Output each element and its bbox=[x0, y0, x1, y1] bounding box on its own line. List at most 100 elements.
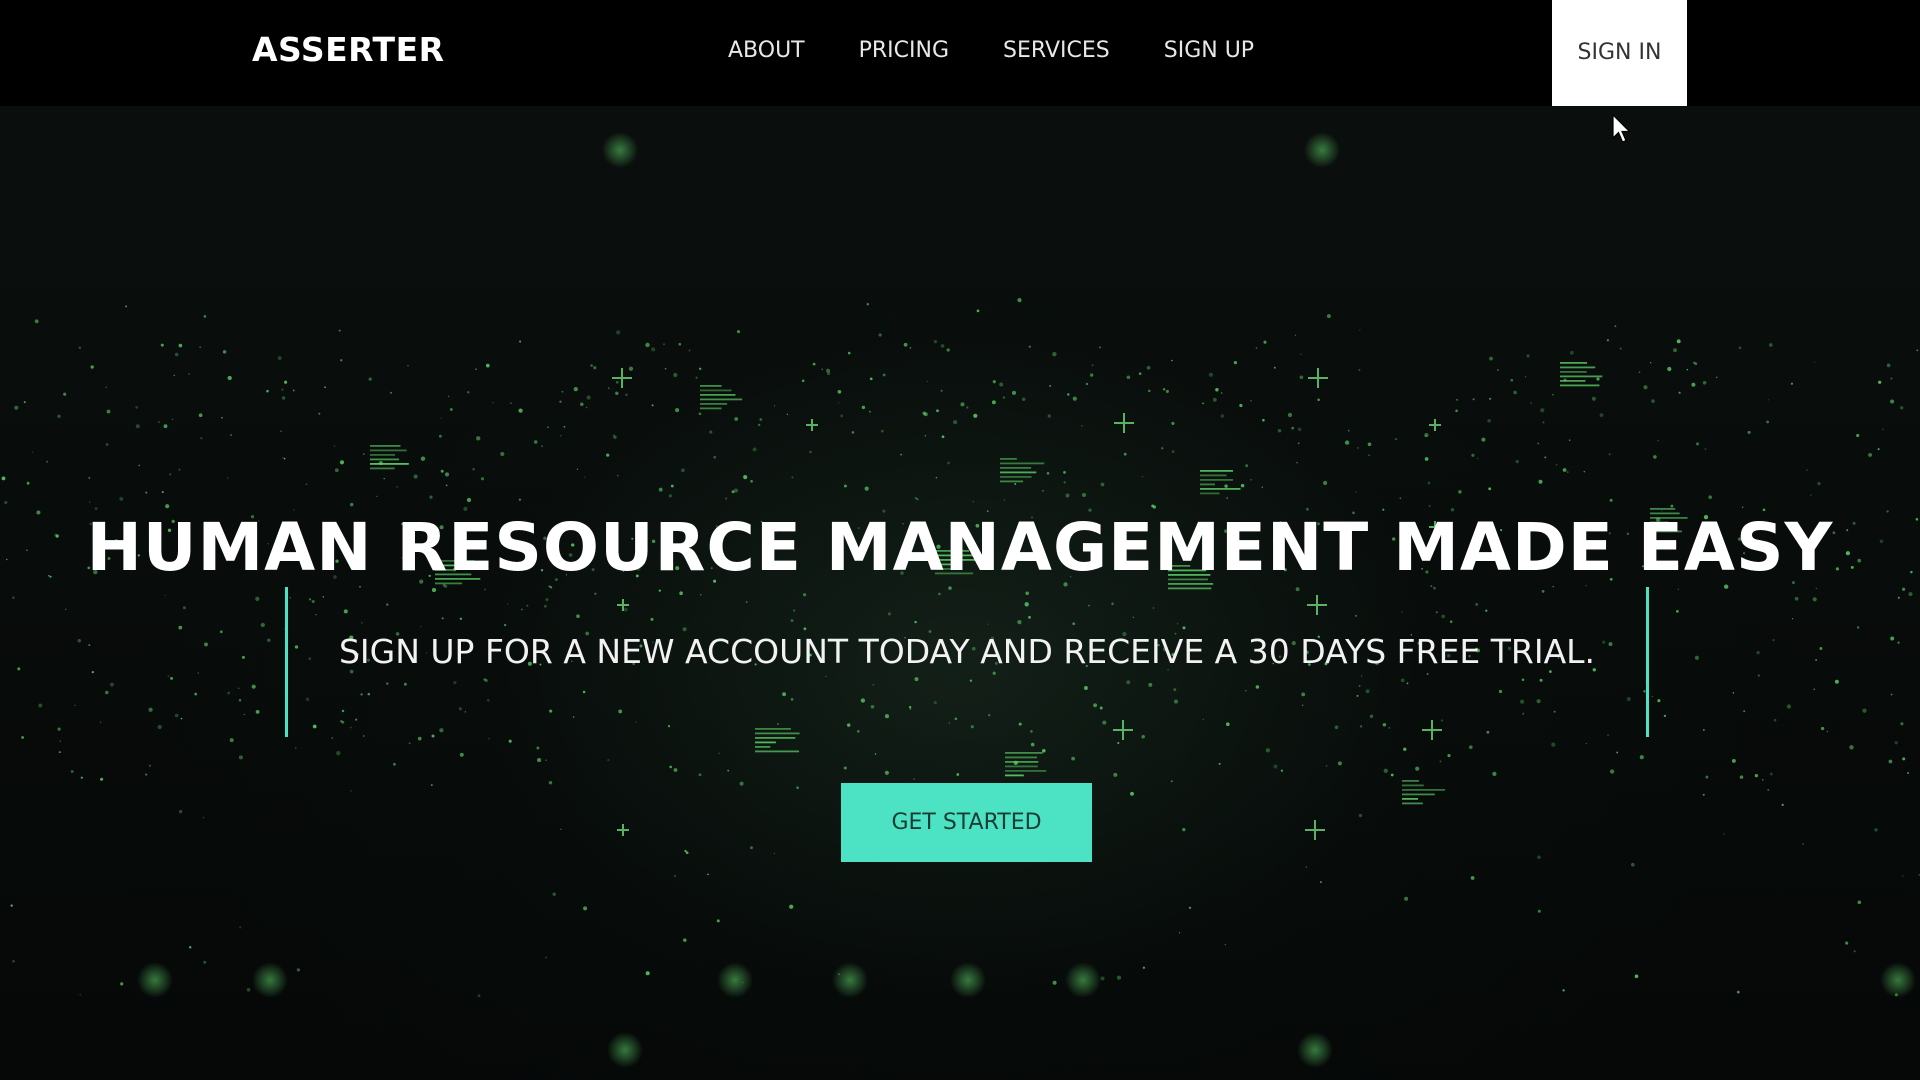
particle-dot bbox=[560, 828, 562, 831]
particle-dot bbox=[1439, 760, 1442, 763]
particle-dot bbox=[440, 469, 444, 473]
particle-dot bbox=[1367, 442, 1372, 447]
plus-marker bbox=[612, 368, 632, 388]
particle-dot bbox=[1676, 339, 1681, 344]
particle-dot bbox=[1014, 483, 1017, 485]
code-line bbox=[1005, 770, 1047, 772]
particle-dot bbox=[1908, 592, 1913, 597]
particle-dot bbox=[1583, 470, 1586, 473]
particle-dot bbox=[243, 713, 245, 716]
get-started-button[interactable]: GET STARTED bbox=[841, 783, 1092, 862]
particle-dot bbox=[1638, 371, 1641, 374]
particle-dot bbox=[1063, 481, 1066, 484]
particle-dot bbox=[1277, 428, 1282, 433]
particle-dot bbox=[559, 400, 562, 403]
particle-dot bbox=[1215, 388, 1219, 392]
particle-dot bbox=[1488, 487, 1492, 491]
particle-dot bbox=[1805, 469, 1808, 471]
particle-dot bbox=[281, 388, 284, 391]
particle-dot bbox=[838, 402, 840, 404]
particle-dot bbox=[1489, 397, 1492, 400]
particle-dot bbox=[267, 638, 271, 642]
particle-dot bbox=[174, 352, 179, 357]
particle-dot bbox=[1651, 399, 1655, 403]
plus-marker bbox=[1429, 419, 1441, 431]
particle-dot bbox=[1067, 393, 1070, 396]
particle-dot bbox=[472, 467, 475, 471]
particle-dot bbox=[125, 305, 128, 308]
particle-dot bbox=[1907, 772, 1910, 774]
particle-dot bbox=[1162, 388, 1166, 391]
particle-dot bbox=[294, 747, 297, 749]
particle-dot bbox=[742, 981, 744, 984]
particle-dot bbox=[796, 786, 799, 790]
particle-dot bbox=[376, 495, 378, 497]
particle-dot bbox=[1608, 453, 1611, 456]
particle-dot bbox=[1619, 347, 1622, 350]
particle-dot bbox=[1761, 778, 1764, 781]
particle-dot bbox=[99, 721, 102, 724]
particle-dot bbox=[1081, 492, 1087, 498]
particle-dot bbox=[1651, 695, 1654, 698]
brand-logo[interactable]: ASSERTER bbox=[252, 30, 445, 70]
particle-dot bbox=[1670, 504, 1674, 508]
particle-dot bbox=[1704, 448, 1707, 451]
particle-dot bbox=[459, 752, 464, 757]
particle-dot bbox=[750, 480, 753, 483]
code-line bbox=[370, 445, 401, 447]
particle-dot bbox=[1694, 362, 1698, 366]
particle-dot bbox=[1297, 427, 1302, 432]
code-line bbox=[755, 750, 800, 753]
glow-dot bbox=[832, 962, 868, 998]
particle-dot bbox=[916, 497, 919, 501]
particle-dot bbox=[145, 491, 148, 494]
particle-dot bbox=[135, 405, 139, 409]
code-line bbox=[700, 385, 722, 387]
particle-dot bbox=[615, 391, 619, 395]
particle-dot bbox=[1265, 748, 1271, 753]
plus-marker bbox=[1114, 413, 1134, 433]
code-line bbox=[700, 398, 743, 401]
particle-dot bbox=[1299, 375, 1304, 380]
particle-dot bbox=[88, 644, 91, 647]
particle-dot bbox=[936, 409, 939, 413]
particle-dot bbox=[1013, 760, 1018, 766]
code-line bbox=[1560, 375, 1603, 378]
particle-dot bbox=[999, 382, 1004, 387]
particle-dot bbox=[238, 687, 240, 689]
nav-pricing-link[interactable]: PRICING bbox=[859, 36, 949, 66]
nav-about-link[interactable]: ABOUT bbox=[728, 36, 805, 66]
particle-dot bbox=[699, 367, 702, 370]
particle-dot bbox=[1902, 757, 1906, 761]
particle-dot bbox=[1468, 745, 1473, 750]
nav-services-link[interactable]: SERVICES bbox=[1003, 36, 1110, 66]
particle-dot bbox=[628, 366, 634, 371]
particle-dot bbox=[1218, 762, 1221, 765]
particle-dot bbox=[77, 638, 82, 643]
particle-dot bbox=[1731, 758, 1736, 763]
particle-dot bbox=[180, 717, 183, 720]
particle-dot bbox=[683, 938, 687, 942]
particle-dot bbox=[1606, 339, 1609, 342]
particle-dot bbox=[709, 430, 713, 434]
particle-dot bbox=[606, 453, 610, 457]
code-line bbox=[1200, 483, 1215, 486]
sign-in-button[interactable]: SIGN IN bbox=[1552, 0, 1687, 106]
particle-dot bbox=[1773, 718, 1777, 722]
particle-dot bbox=[1404, 896, 1409, 901]
particle-dot bbox=[383, 477, 385, 480]
nav-signup-link[interactable]: SIGN UP bbox=[1164, 36, 1254, 66]
particle-dot bbox=[1165, 389, 1169, 393]
particle-dot bbox=[664, 367, 667, 370]
particle-dot bbox=[1358, 813, 1363, 818]
particle-dot bbox=[669, 765, 672, 769]
code-line bbox=[370, 463, 409, 465]
code-line bbox=[1402, 798, 1419, 800]
particle-dot bbox=[447, 395, 450, 398]
particle-dot bbox=[698, 773, 702, 777]
particle-dot bbox=[1100, 976, 1105, 981]
particle-dot bbox=[645, 342, 650, 348]
particle-dot bbox=[1296, 461, 1298, 464]
particle-dot bbox=[1477, 457, 1479, 459]
particle-dot bbox=[1513, 390, 1517, 395]
